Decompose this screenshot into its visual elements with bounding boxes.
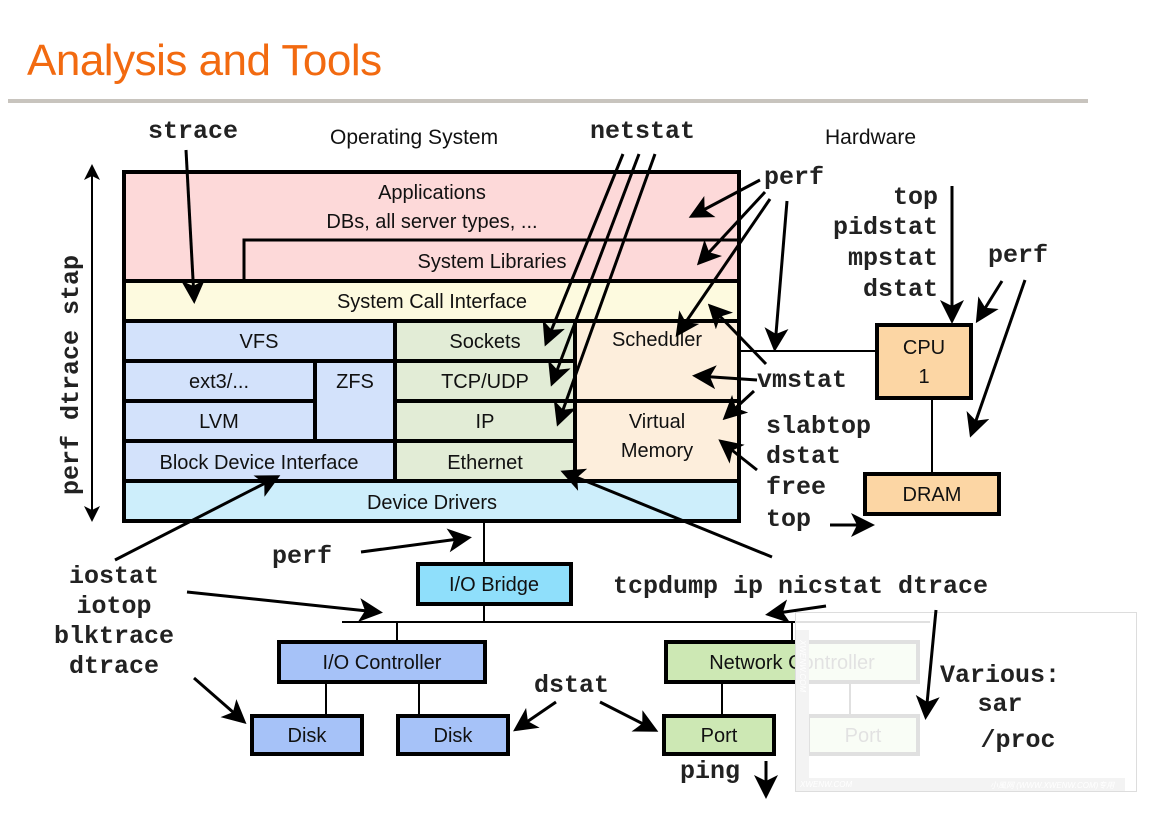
- various-tools-layer: Various: sar /proc: [915, 609, 1060, 755]
- dtrace-arrow-port: [915, 609, 940, 720]
- tool-sar: sar: [977, 690, 1022, 719]
- tool-proc: /proc: [980, 726, 1055, 755]
- tool-various: Various:: [940, 661, 1060, 690]
